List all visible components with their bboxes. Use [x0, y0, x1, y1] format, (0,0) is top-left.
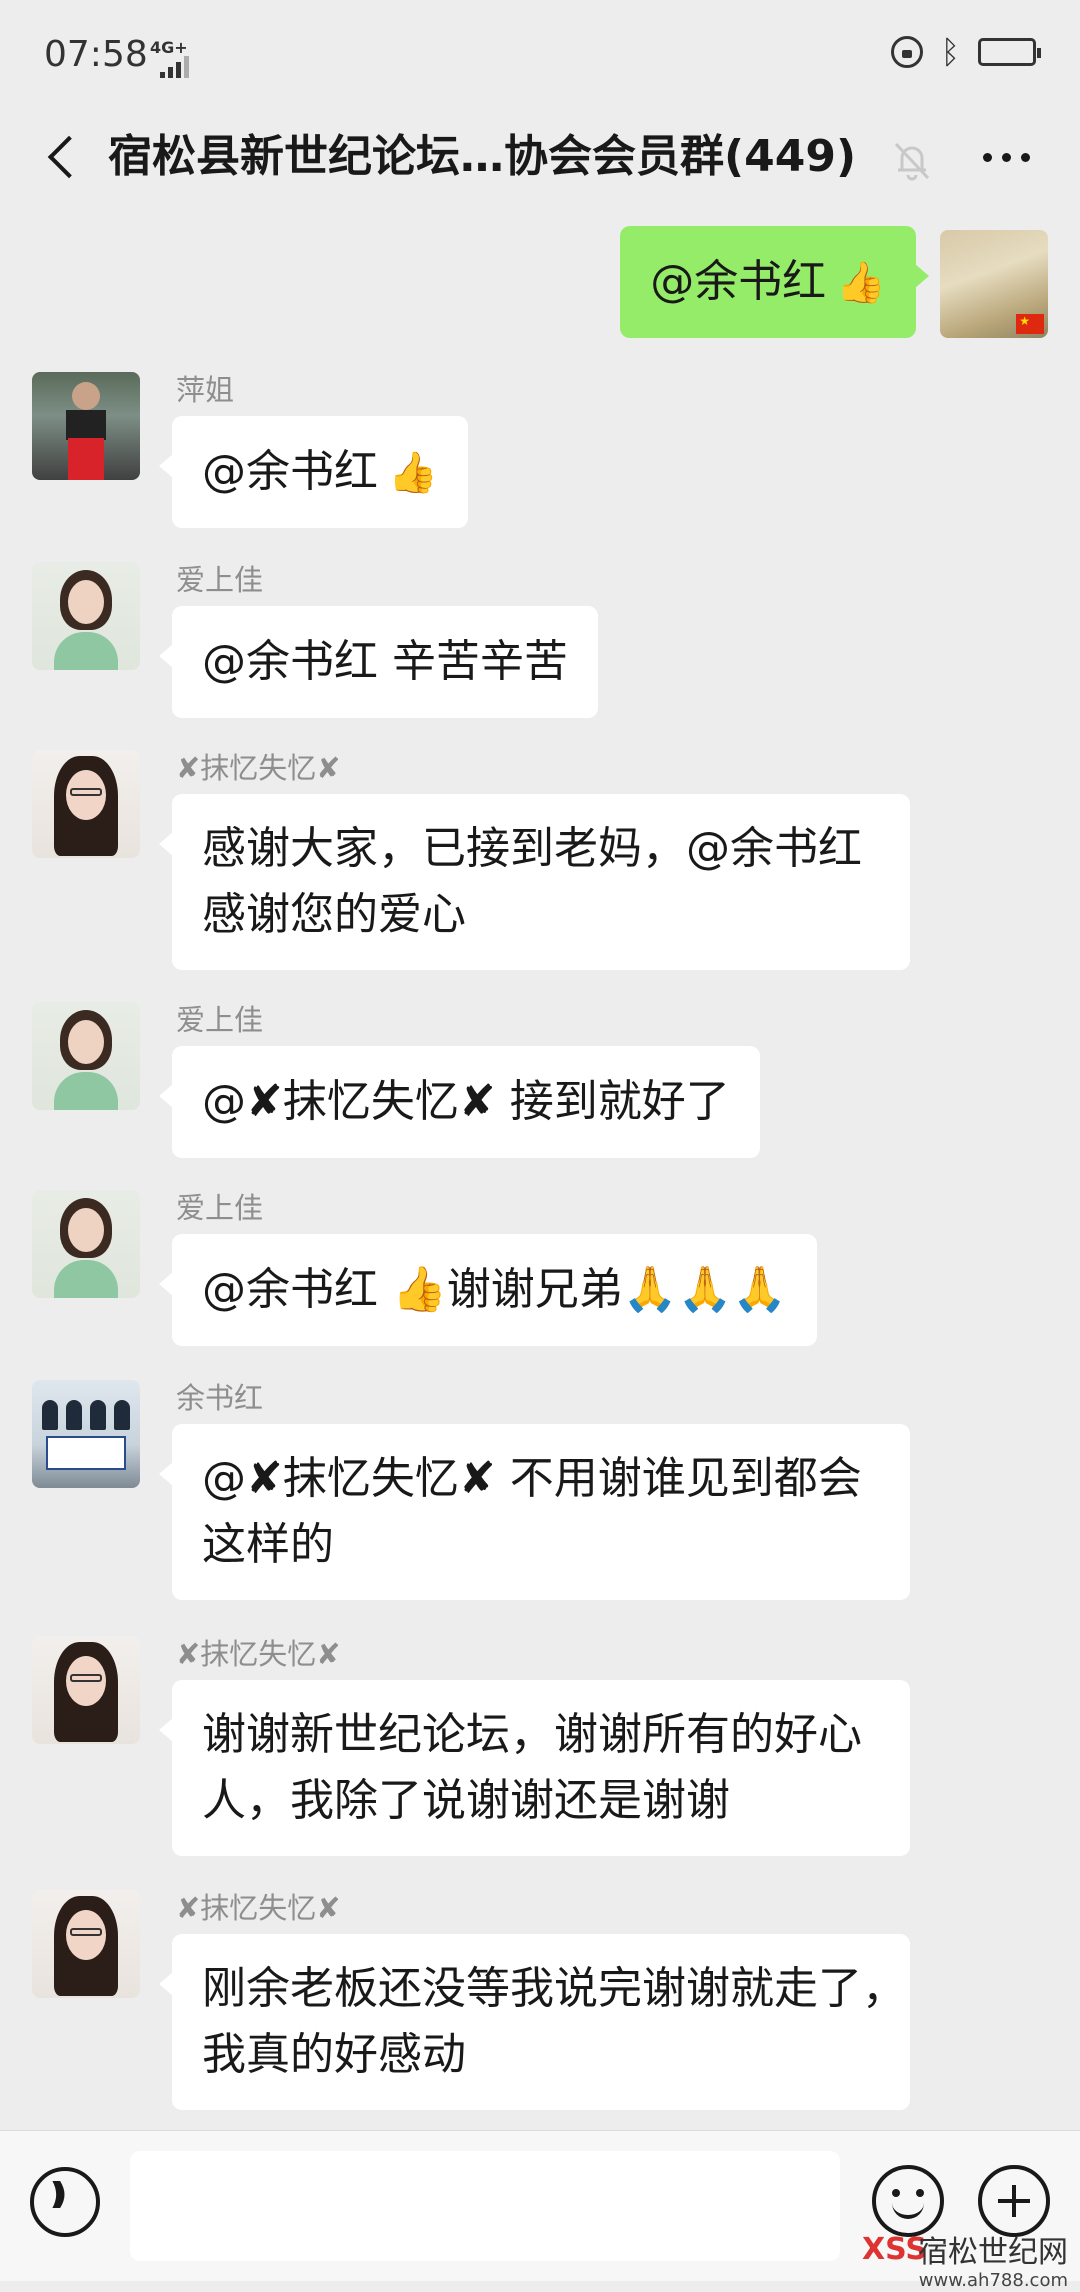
watermark-url: www.ah788.com [918, 2270, 1068, 2291]
message-text: @✘抹忆失忆✘ 接到就好了 [202, 1076, 730, 1127]
message-text: @余书红 👍谢谢兄弟🙏🙏🙏 [202, 1264, 788, 1315]
chat-title[interactable]: 宿松县新世纪论坛…协会会员群(449) [108, 122, 856, 192]
message-bubble[interactable]: 刚余老板还没等我说完谢谢就走了， 我真的好感动 [159, 1934, 910, 2110]
avatar[interactable] [32, 562, 140, 670]
bluetooth-icon: ᛒ [940, 33, 960, 71]
message-text-line: @✘抹忆失忆✘ 不用谢谁见到都会 [202, 1453, 862, 1504]
avatar[interactable] [32, 750, 140, 858]
message-text-line: 我真的好感动 [202, 2029, 466, 2080]
status-time: 07:58 [44, 34, 148, 75]
avatar[interactable] [32, 372, 140, 480]
message-bubble[interactable]: @余书红 辛苦辛苦 [159, 606, 598, 718]
message-bubble[interactable]: @余书红 👍 [620, 226, 929, 338]
avatar[interactable] [32, 1636, 140, 1744]
battery-icon [978, 38, 1041, 66]
more-icon[interactable] [976, 132, 1036, 182]
watermark-name: 宿松世纪网 [918, 2235, 1068, 2270]
sender-name: ✘抹忆失忆✘ [176, 751, 341, 785]
sender-name: 萍姐 [176, 373, 235, 407]
bell-off-icon [894, 142, 930, 181]
message-text: @余书红 辛苦辛苦 [202, 636, 568, 687]
rotation-lock-icon [890, 36, 923, 68]
avatar[interactable]: ★ [940, 230, 1048, 338]
message-bubble[interactable]: @✘抹忆失忆✘ 不用谢谁见到都会 这样的 [159, 1424, 910, 1600]
message-text-line: 人，我除了说谢谢还是谢谢 [202, 1775, 730, 1826]
message-text-line: 感谢大家，已接到老妈，@余书红 [202, 823, 862, 874]
signal-icon [160, 56, 194, 78]
message-bubble[interactable]: @余书红 👍 [159, 416, 468, 528]
thumbs-up-icon: 👍 [388, 450, 438, 496]
message-text-line: 谢谢新世纪论坛，谢谢所有的好心 [202, 1709, 862, 1760]
message-bubble[interactable]: 感谢大家，已接到老妈，@余书红 感谢您的爱心 [159, 794, 910, 970]
message-text: @余书红 [202, 446, 378, 497]
thumbs-up-icon: 👍 [836, 260, 886, 306]
voice-icon[interactable] [30, 2167, 100, 2237]
sender-name: 爱上佳 [176, 563, 264, 597]
plus-icon[interactable] [978, 2165, 1050, 2237]
avatar[interactable] [32, 1380, 140, 1488]
message-text: @余书红 [650, 256, 827, 307]
message-bubble[interactable]: @✘抹忆失忆✘ 接到就好了 [159, 1046, 760, 1158]
sender-name: ✘抹忆失忆✘ [176, 1891, 341, 1925]
message-text-line: 刚余老板还没等我说完谢谢就走了， [202, 1963, 906, 2014]
watermark: 宿松世纪网 www.ah788.com [918, 2236, 1068, 2292]
message-text-line: 这样的 [202, 1519, 334, 1570]
chat-header: 宿松县新世纪论坛…协会会员群(449) [0, 110, 1080, 210]
emoji-icon[interactable] [872, 2165, 944, 2237]
message-bubble[interactable]: @余书红 👍谢谢兄弟🙏🙏🙏 [158, 1234, 818, 1346]
sender-name: ✘抹忆失忆✘ [176, 1637, 341, 1671]
message-text-line: 感谢您的爱心 [202, 889, 466, 940]
sender-name: 余书红 [176, 1381, 264, 1415]
avatar[interactable] [32, 1190, 140, 1298]
message-input[interactable] [130, 2151, 840, 2261]
message-bubble[interactable]: 谢谢新世纪论坛，谢谢所有的好心 人，我除了说谢谢还是谢谢 [159, 1680, 910, 1856]
network-type: 4G+ [150, 38, 188, 57]
avatar[interactable] [32, 1002, 140, 1110]
sender-name: 爱上佳 [176, 1191, 264, 1225]
sender-name: 爱上佳 [176, 1003, 264, 1037]
status-bar: 07:58 4G+ ᛒ [0, 0, 1080, 110]
avatar[interactable] [32, 1890, 140, 1998]
chevron-left-icon[interactable] [40, 128, 100, 188]
